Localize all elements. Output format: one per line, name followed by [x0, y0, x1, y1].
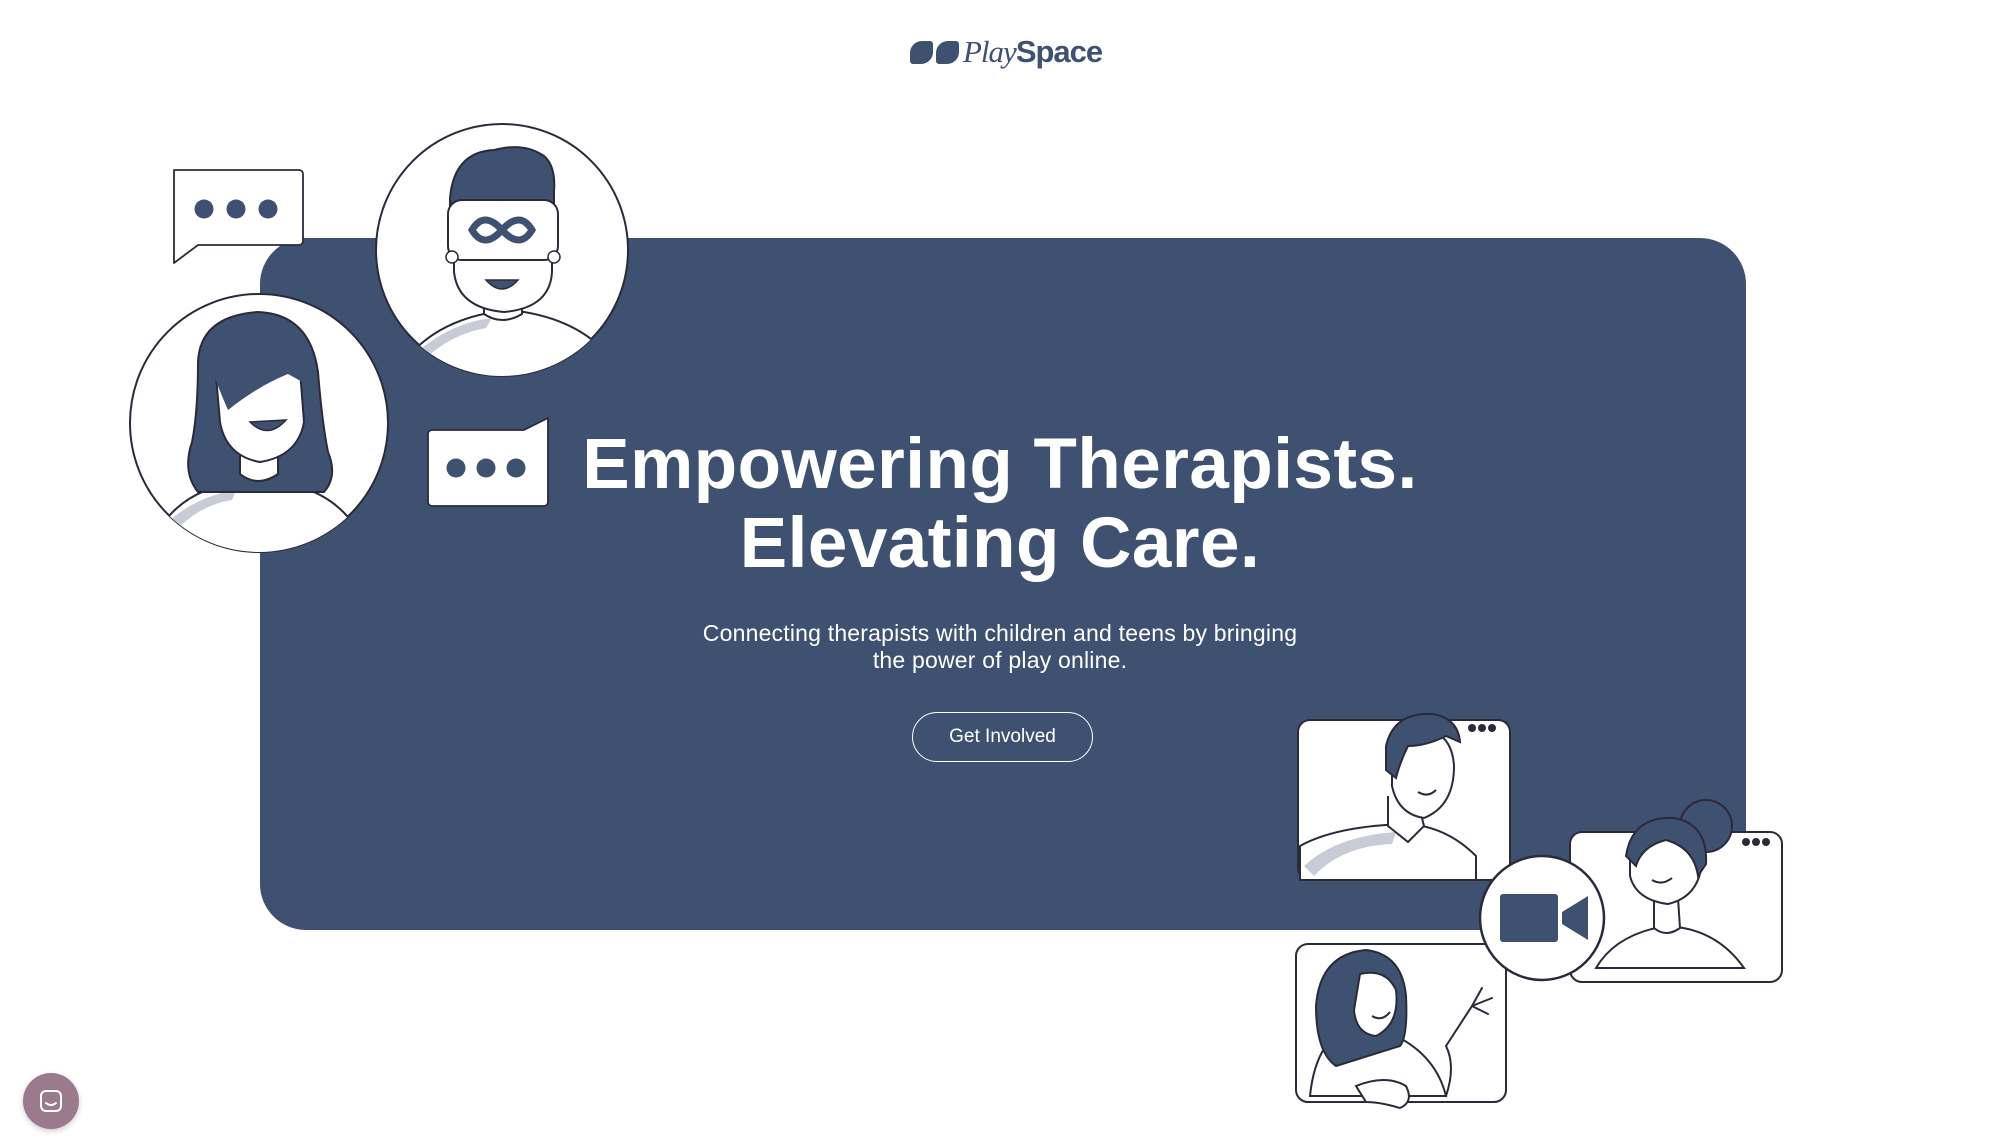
vr-avatar-circle	[375, 123, 629, 377]
chat-launcher-icon	[40, 1090, 62, 1112]
vr-headset-icon	[447, 199, 559, 261]
brand-name-italic: Play	[963, 34, 1017, 69]
brand-logo[interactable]: PlaySpace	[910, 32, 1103, 72]
hero-subtitle-line-2: the power of play online.	[872, 647, 1128, 673]
get-involved-button[interactable]: Get Involved	[912, 712, 1093, 762]
playspace-logo-icon	[910, 40, 959, 64]
hero-title-line-1: Empowering Therapists.	[582, 425, 1418, 504]
video-window-woman-waving	[1295, 943, 1507, 1110]
brand-name-regular: Space	[1015, 34, 1103, 69]
hero-subtitle: Connecting therapists with children and …	[0, 620, 2000, 674]
chat-launcher-button[interactable]	[23, 1073, 79, 1129]
video-camera-icon	[1478, 854, 1606, 982]
video-window-man	[1297, 712, 1511, 881]
video-window-woman-bun	[1569, 799, 1783, 983]
chat-bubble-top-icon	[173, 169, 304, 264]
hero-title: Empowering Therapists. Elevating Care.	[0, 425, 2000, 583]
brand-wordmark: PlaySpace	[963, 34, 1103, 70]
hero-title-line-2: Elevating Care.	[739, 504, 1261, 583]
video-call-illustration	[1295, 712, 1783, 1110]
hero-subtitle-line-1: Connecting therapists with children and …	[702, 620, 1298, 646]
